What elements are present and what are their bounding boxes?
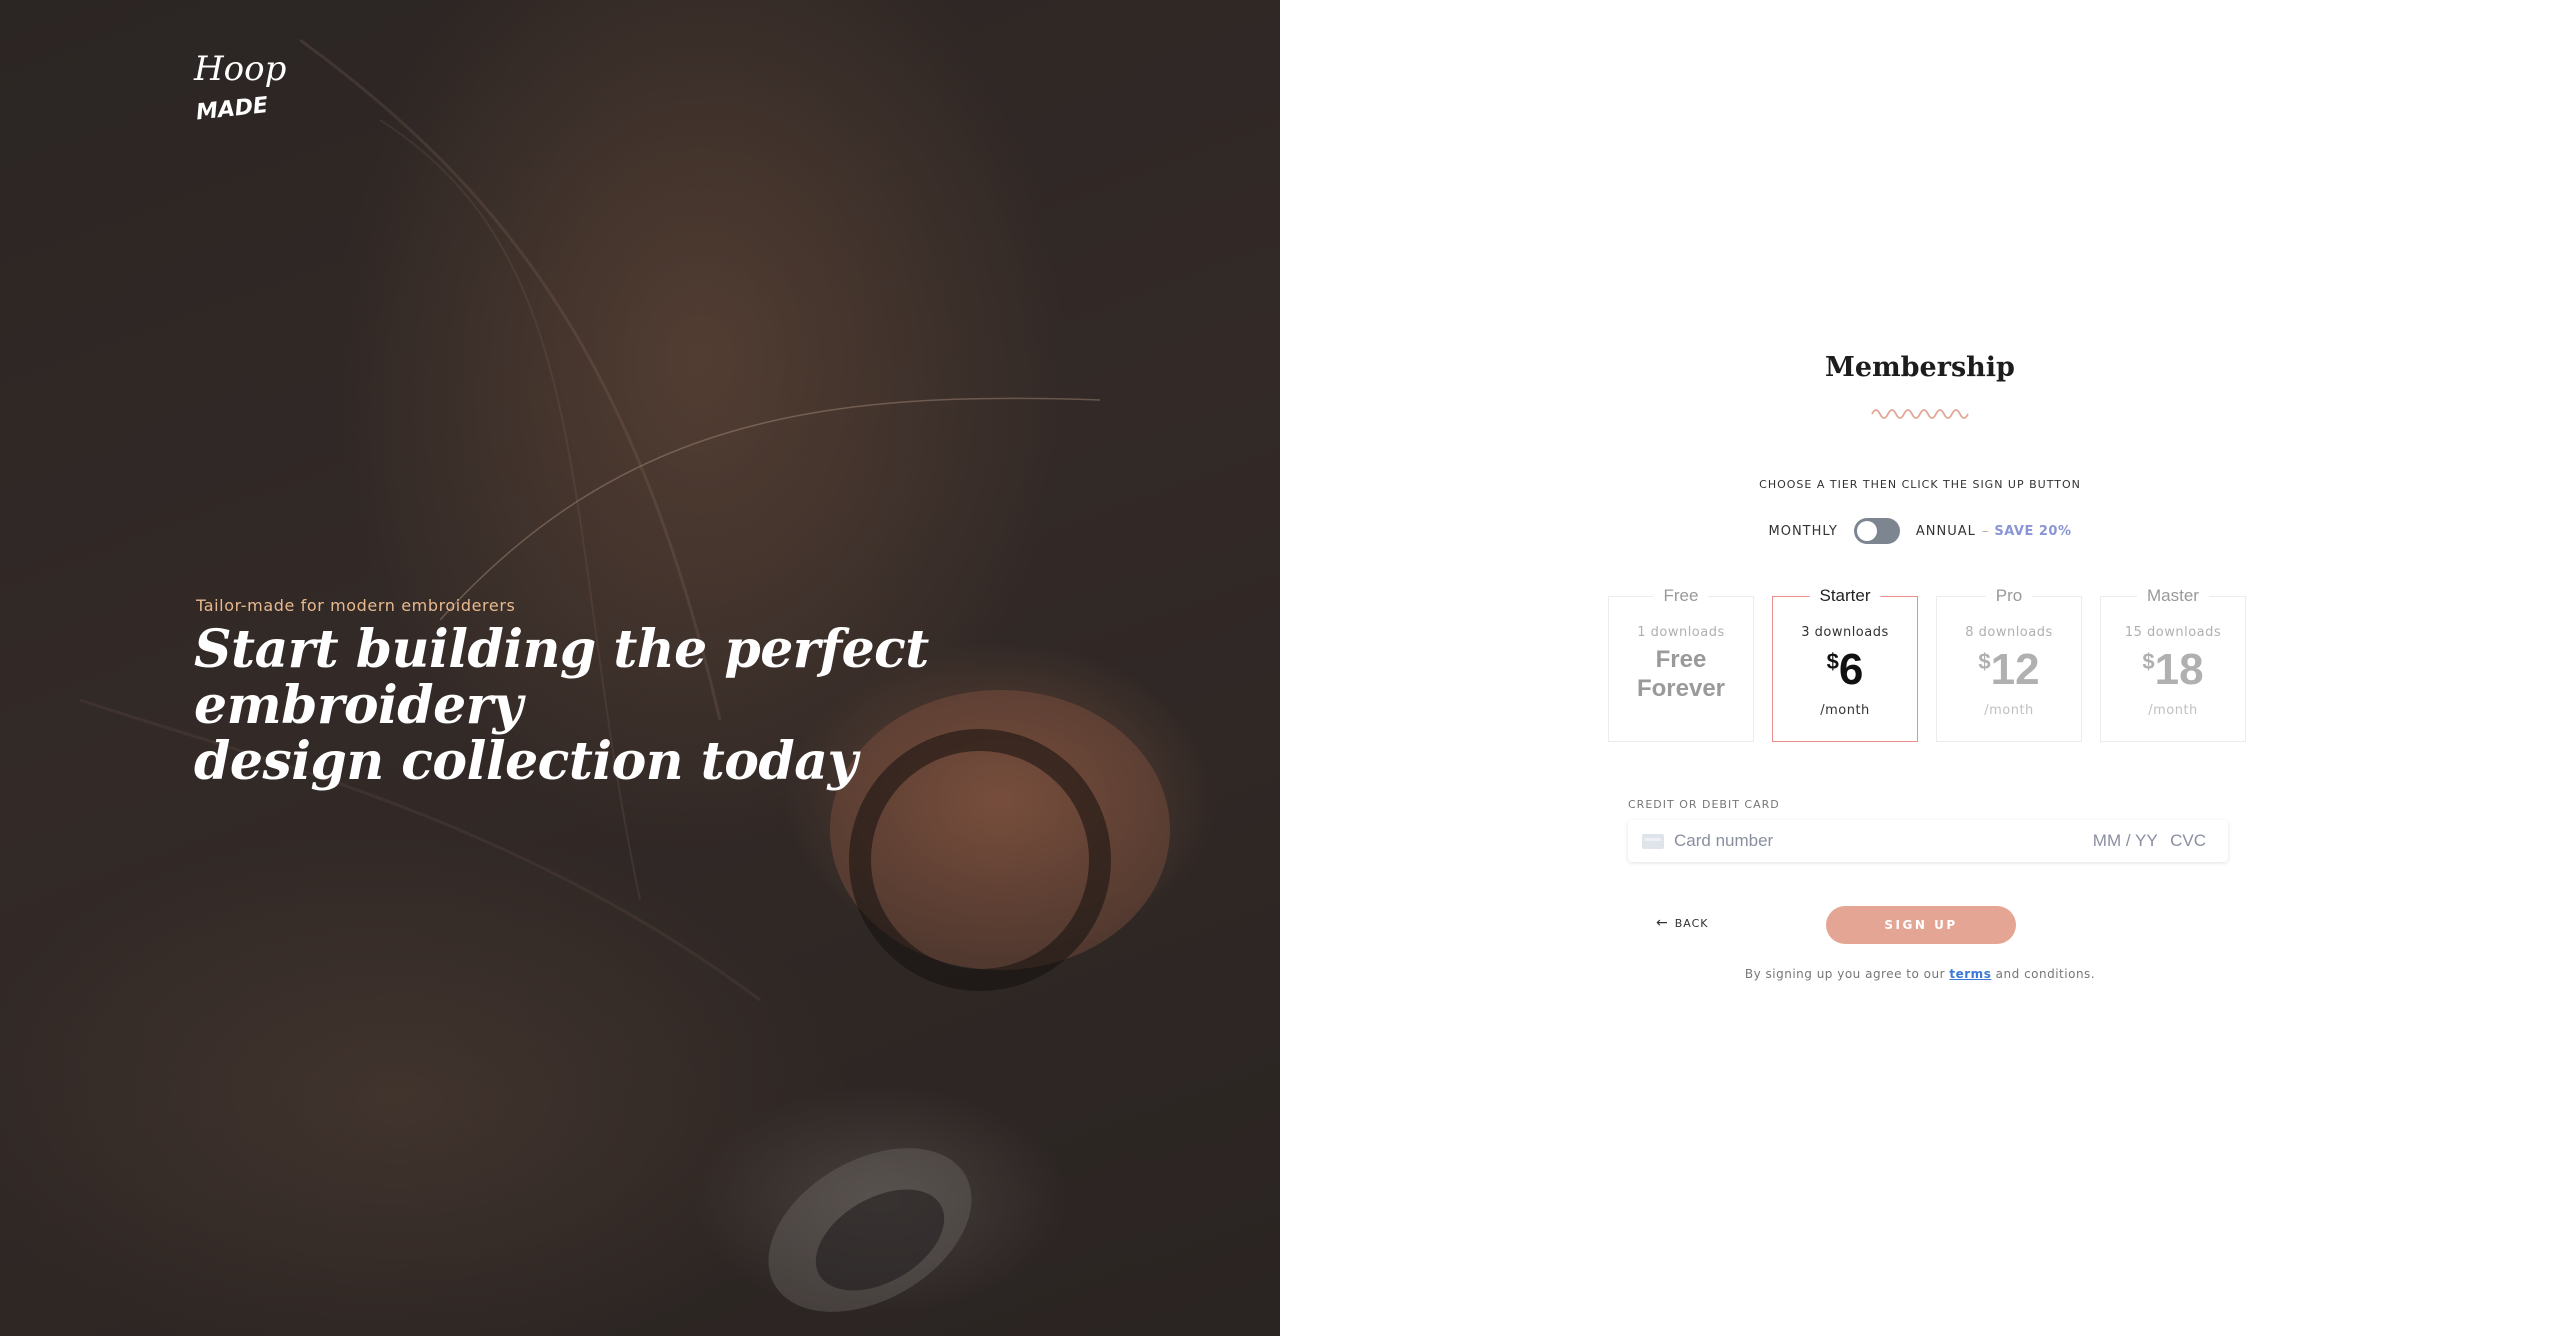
terms-prefix: By signing up you agree to our [1744,967,1946,981]
hero-headline-line1: Start building the perfect embroidery [194,619,929,736]
hero-headline-line2: design collection today [194,731,858,792]
tier-price: $12 [1937,645,2081,695]
tier-downloads: 1 downloads [1637,625,1725,640]
hero-headline: Start building the perfect embroidery de… [194,622,1194,790]
monthly-label[interactable]: MONTHLY [1769,524,1838,539]
hero-panel: Hoop MADE Tailor-made for modern embroid… [0,0,1280,1336]
tier-instructions: CHOOSE A TIER THEN CLICK THE SIGN UP BUT… [1759,478,2081,491]
tier-card-master[interactable]: Master 15 downloads $18 /month [2100,586,2246,742]
billing-toggle-switch[interactable] [1853,518,1900,544]
tier-options: Free 1 downloads Free Forever Starter 3 … [1608,586,2248,742]
tier-amount: 12 [1990,645,2040,694]
hero-tagline: Tailor-made for modern embroiderers [196,596,516,615]
terms-suffix: and conditions. [1995,967,2096,981]
card-field-label: CREDIT OR DEBIT CARD [1628,798,1780,811]
tier-free-line2: Forever [1636,675,1726,702]
card-expiry-input[interactable]: MM / YY [2093,831,2158,850]
membership-panel: Membership CHOOSE A TIER THEN CLICK THE … [1280,0,2560,1336]
back-label: BACK [1674,916,1709,930]
page-title: Membership [1825,352,2015,383]
arrow-left-icon: ← [1656,915,1669,931]
terms-link[interactable]: terms [1949,967,1991,981]
tier-currency: $ [2142,649,2155,674]
card-cvc-input[interactable]: CVC [2170,831,2206,850]
logo-bold-text: MADE [195,93,269,125]
tier-amount: 18 [2154,645,2204,694]
tier-currency: $ [1978,649,1991,674]
tier-name: Master [2137,586,2209,606]
tier-name: Starter [1809,586,1881,606]
toggle-knob [1856,521,1877,541]
card-input-container[interactable]: MM / YY CVC [1628,820,2228,862]
tier-price: $6 [1773,645,1917,695]
tier-period: /month [1820,703,1870,718]
card-number-input[interactable] [1674,831,2054,851]
tier-period: /month [2148,703,2198,718]
logo-script-text: Hoop [193,49,286,89]
tier-currency: $ [1826,649,1839,674]
terms-notice: By signing up you agree to our terms and… [1280,967,2560,981]
hoopmade-logo: Hoop MADE [193,49,286,125]
squiggle-divider [1871,409,1969,419]
back-button[interactable]: ← BACK [1656,915,1709,931]
tier-amount: 6 [1838,645,1864,694]
tier-card-pro[interactable]: Pro 8 downloads $12 /month [1936,586,2082,742]
tier-downloads: 3 downloads [1801,625,1889,640]
tier-price: $18 [2101,645,2245,695]
annual-separator: – [1981,523,1989,539]
save-badge: SAVE 20% [1994,523,2072,539]
tier-name: Pro [1985,586,2033,606]
credit-card-icon [1642,833,1664,849]
tier-period: /month [1984,703,2034,718]
billing-period-toggle-row: MONTHLY ANNUAL – SAVE 20% [1280,516,2560,546]
tier-free-line1: Free [1655,646,1707,673]
tier-card-starter[interactable]: Starter 3 downloads $6 /month [1772,586,1918,742]
tier-card-free[interactable]: Free 1 downloads Free Forever [1608,586,1754,742]
tier-downloads: 15 downloads [2124,625,2222,640]
annual-label[interactable]: ANNUAL [1916,524,1976,539]
tier-downloads: 8 downloads [1965,625,2053,640]
tier-name: Free [1653,586,1709,606]
card-expiry-cvc[interactable]: MM / YY CVC [2085,831,2206,851]
tier-free-text: Free Forever [1609,645,1753,703]
sign-up-button[interactable]: SIGN UP [1826,906,2016,944]
